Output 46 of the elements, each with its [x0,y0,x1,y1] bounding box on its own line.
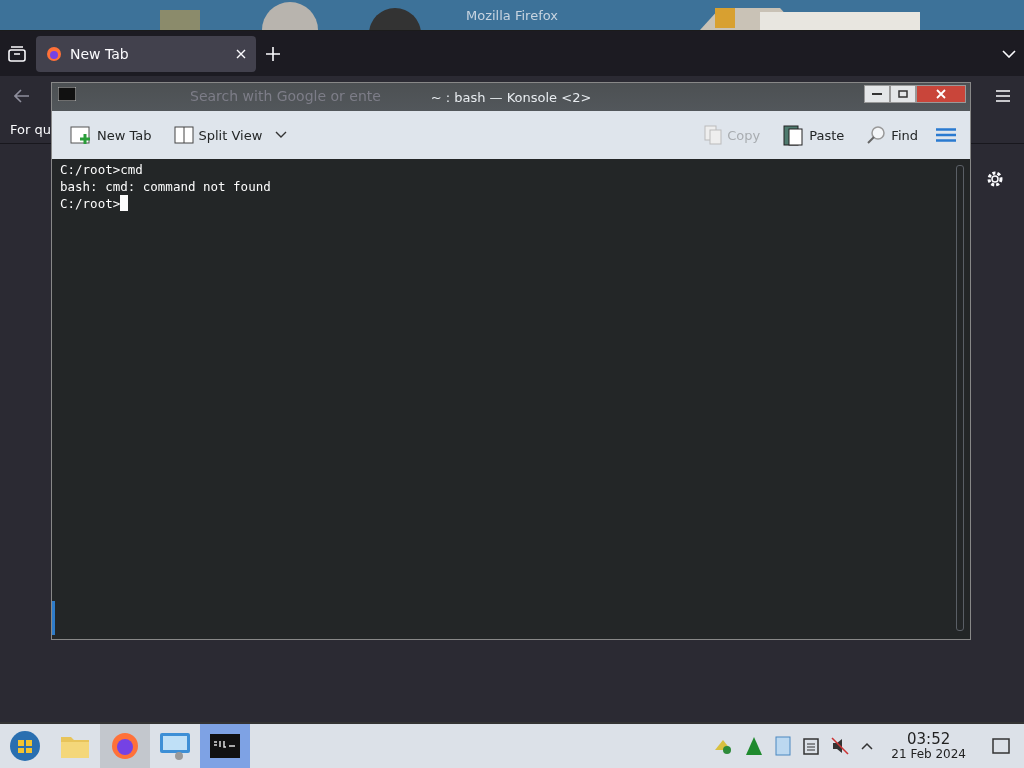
chevron-down-icon[interactable] [1002,49,1016,58]
close-icon[interactable] [236,48,246,59]
terminal-line: bash: cmd: command not found [60,178,271,195]
speaker-muted-icon[interactable] [831,737,850,755]
window-title: ~ : bash — Konsole <2> [430,89,592,105]
show-desktop-icon[interactable] [992,738,1010,754]
search-icon [866,125,887,145]
chevron-down-icon [275,131,288,139]
tab-list-icon[interactable] [8,45,26,62]
settings-icon[interactable] [986,170,1004,188]
close-icon [936,89,946,99]
clock-date: 21 Feb 2024 [891,747,966,761]
paste-button[interactable]: Paste [778,120,849,150]
scrollbar[interactable] [956,165,964,631]
tray-icon[interactable] [745,736,764,756]
plus-icon[interactable] [266,46,280,61]
browser-icon [46,45,62,62]
terminal-icon [58,87,76,101]
start-orb-icon [9,730,41,762]
close-button[interactable] [916,85,966,103]
tab-label: New Tab [70,45,130,62]
find-button[interactable]: Find [862,121,922,149]
split-view-icon [173,126,194,144]
maximize-button[interactable] [890,85,916,103]
bookmarks-text: For qu [10,122,51,137]
minimize-button[interactable] [864,85,890,103]
clipboard-icon [782,124,805,146]
window-title: Mozilla Firefox [466,7,558,23]
monitor-icon [159,731,191,761]
minimize-icon [872,92,882,96]
new-tab-icon [70,125,92,145]
terminal-line: C:/root> [60,195,121,212]
split-button[interactable]: Split View [169,122,292,148]
clock-time: 03:52 [907,731,951,747]
terminal-line: C:/root>cmd [60,161,143,178]
browser-icon [110,731,140,761]
chevron-up-icon[interactable] [861,742,874,750]
copy-icon [704,125,723,145]
focus-indicator [52,601,55,635]
back-arrow-icon[interactable] [14,89,30,103]
new-tab-button[interactable]: New Tab [66,121,156,149]
terminal-icon [209,732,241,760]
browser-tab[interactable]: New Tab [36,35,256,72]
taskbar-button[interactable] [200,724,250,768]
clipboard-icon[interactable] [803,737,820,755]
maximize-icon [898,90,908,98]
